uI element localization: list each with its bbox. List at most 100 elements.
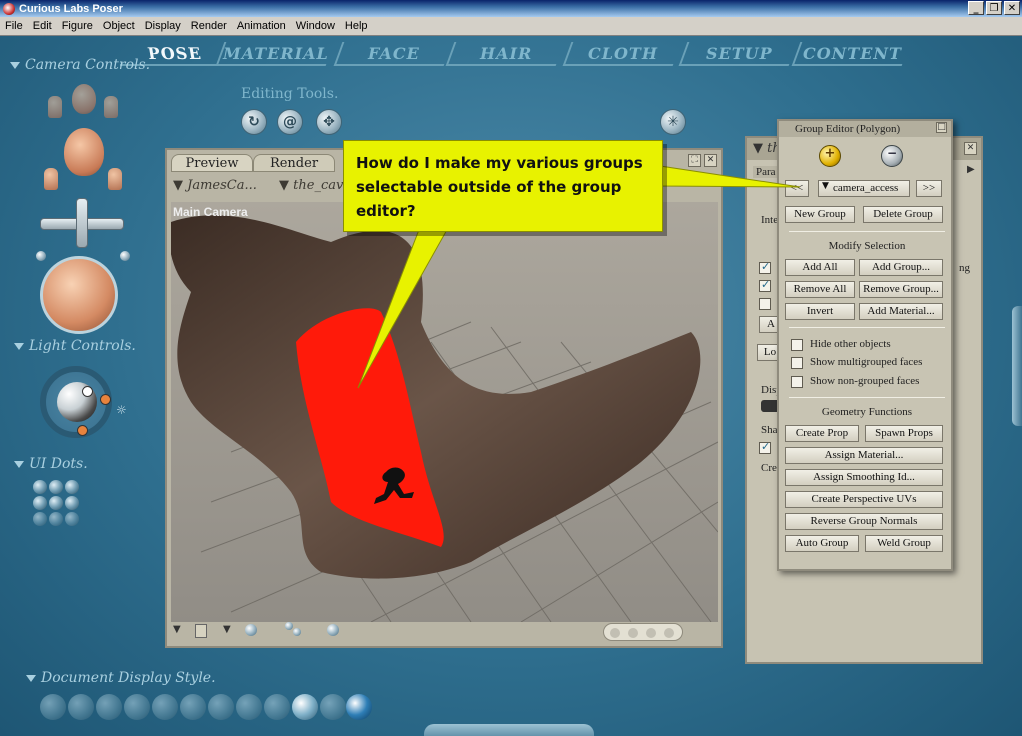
show-multigrouped-checkbox[interactable]	[791, 357, 803, 369]
direct-manipulation-tool-icon[interactable]: ✳	[660, 109, 686, 135]
move-y-control[interactable]	[76, 198, 88, 248]
parameters-menu-arrow-icon[interactable]: ▶	[967, 164, 975, 175]
param-checkbox[interactable]	[759, 278, 771, 292]
display-options-pill[interactable]	[603, 623, 683, 641]
wireframe-style-button[interactable]	[96, 694, 122, 720]
option-dot[interactable]	[646, 628, 656, 638]
show-nongrouped-checkbox[interactable]	[791, 376, 803, 388]
tab-setup[interactable]: SETUP	[678, 42, 798, 66]
figure-menu[interactable]: JamesCa...	[187, 178, 257, 193]
main-viewport[interactable]: Main Camera	[171, 202, 718, 622]
menu-window[interactable]: Window	[291, 20, 340, 32]
camera-controls-label[interactable]: Camera Controls.	[10, 57, 150, 73]
animation-palette-handle[interactable]	[424, 724, 594, 736]
ui-dot[interactable]	[49, 480, 63, 494]
create-prop-button[interactable]: Create Prop	[785, 425, 859, 442]
right-hand-icon[interactable]	[108, 168, 122, 190]
scale-dot-icon[interactable]	[120, 251, 130, 261]
cartoon-style-button[interactable]	[236, 694, 262, 720]
rotate-tool-icon[interactable]: ↻	[241, 109, 267, 135]
tab-render[interactable]: Render	[253, 154, 335, 172]
ui-dot[interactable]	[33, 480, 47, 494]
light-properties-icon[interactable]: ☼	[116, 403, 127, 417]
hidden-line-style-button[interactable]	[124, 694, 150, 720]
add-all-button[interactable]: Add All	[785, 259, 855, 276]
document-display-style-label[interactable]: Document Display Style.	[26, 670, 216, 686]
close-button[interactable]: ✕	[1004, 1, 1020, 15]
previous-group-button[interactable]: <<	[785, 180, 809, 197]
light-controls-label[interactable]: Light Controls.	[14, 338, 136, 354]
outline-style-button[interactable]	[68, 694, 94, 720]
camera-trackball[interactable]	[40, 256, 118, 334]
menu-animation[interactable]: Animation	[232, 20, 291, 32]
ui-dot[interactable]	[65, 496, 79, 510]
remove-all-button[interactable]: Remove All	[785, 281, 855, 298]
invert-button[interactable]: Invert	[785, 303, 855, 320]
next-group-button[interactable]: >>	[916, 180, 942, 197]
param-checkbox[interactable]	[759, 440, 771, 454]
add-group-button[interactable]: Add Group...	[859, 259, 943, 276]
create-perspective-uvs-button[interactable]: Create Perspective UVs	[785, 491, 943, 508]
restore-button[interactable]: ❐	[986, 1, 1002, 15]
texture-shaded-style-button[interactable]	[346, 694, 372, 720]
light-dot-white[interactable]	[82, 386, 93, 397]
minimize-button[interactable]: _	[968, 1, 984, 15]
ground-shadow-icon[interactable]	[285, 622, 293, 630]
bg-color-menu-icon[interactable]: ▼	[173, 624, 181, 635]
twist-tool-icon[interactable]: @	[277, 109, 303, 135]
parameters-tab[interactable]: Para	[753, 166, 779, 178]
shadow-ball-icon[interactable]	[245, 624, 257, 636]
assign-smoothing-id-button[interactable]: Assign Smoothing Id...	[785, 469, 943, 486]
menu-render[interactable]: Render	[186, 20, 232, 32]
smooth-shaded-style-button[interactable]	[292, 694, 318, 720]
tab-face[interactable]: FACE	[333, 42, 453, 66]
ui-dot[interactable]	[65, 480, 79, 494]
lit-wireframe-style-button[interactable]	[152, 694, 178, 720]
menu-display[interactable]: Display	[140, 20, 186, 32]
tab-content[interactable]: CONTENT	[791, 42, 911, 66]
menu-object[interactable]: Object	[98, 20, 140, 32]
weld-group-button[interactable]: Weld Group	[865, 535, 943, 552]
option-dot[interactable]	[628, 628, 638, 638]
ground-shadow-icon[interactable]	[293, 628, 301, 636]
menu-file[interactable]: File	[0, 20, 28, 32]
ui-dot[interactable]	[65, 512, 79, 526]
delete-group-button[interactable]: Delete Group	[863, 206, 943, 223]
floor-icon[interactable]	[327, 624, 339, 636]
param-checkbox[interactable]	[759, 260, 771, 274]
menu-figure[interactable]: Figure	[57, 20, 98, 32]
right-edge-handle[interactable]	[1012, 306, 1022, 426]
select-polygons-tool-icon[interactable]: +	[819, 145, 841, 167]
add-material-button[interactable]: Add Material...	[859, 303, 943, 320]
translate-tool-icon[interactable]: ✥	[316, 109, 342, 135]
close-parameters-icon[interactable]: ✕	[964, 142, 977, 155]
close-group-editor-icon[interactable]: □	[936, 122, 947, 133]
menu-edit[interactable]: Edit	[28, 20, 57, 32]
flat-lined-style-button[interactable]	[208, 694, 234, 720]
left-hand-camera-icon[interactable]	[48, 96, 62, 118]
shadow-menu-icon[interactable]: ▼	[223, 624, 231, 635]
deselect-polygons-tool-icon[interactable]: −	[881, 145, 903, 167]
figure-menu-arrow-icon[interactable]: ▼	[173, 178, 187, 193]
hide-other-objects-checkbox[interactable]	[791, 339, 803, 351]
face-camera-icon[interactable]	[72, 84, 96, 114]
left-hand-icon[interactable]	[44, 168, 58, 190]
auto-group-button[interactable]: Auto Group	[785, 535, 859, 552]
actor-menu-arrow-icon[interactable]: ▼	[279, 178, 293, 193]
smooth-lined-style-button[interactable]	[320, 694, 346, 720]
right-hand-camera-icon[interactable]	[104, 96, 118, 118]
param-checkbox[interactable]	[759, 298, 771, 310]
maximize-doc-icon[interactable]: ⛶	[688, 154, 701, 167]
tab-cloth[interactable]: CLOTH	[562, 42, 682, 66]
remove-group-button[interactable]: Remove Group...	[859, 281, 943, 298]
spawn-props-button[interactable]: Spawn Props	[865, 425, 943, 442]
ui-dot[interactable]	[49, 512, 63, 526]
close-doc-icon[interactable]: ✕	[704, 154, 717, 167]
ui-dot[interactable]	[49, 496, 63, 510]
option-dot[interactable]	[664, 628, 674, 638]
menu-help[interactable]: Help	[340, 20, 373, 32]
assign-material-button[interactable]: Assign Material...	[785, 447, 943, 464]
silhouette-style-button[interactable]	[40, 694, 66, 720]
cartoon-line-style-button[interactable]	[264, 694, 290, 720]
tab-preview[interactable]: Preview	[171, 154, 253, 172]
